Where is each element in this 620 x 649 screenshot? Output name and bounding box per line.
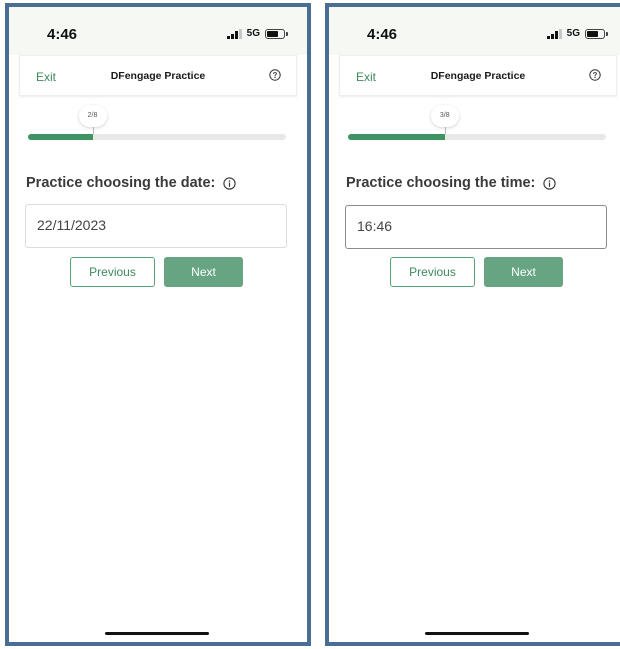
status-bar: 4:46 5G <box>9 7 307 55</box>
app-header: Exit DFengage Practice <box>339 55 617 96</box>
signal-icon <box>547 28 562 39</box>
progress-bar <box>28 134 286 140</box>
status-bar: 4:46 5G <box>329 7 620 55</box>
help-circle-icon[interactable] <box>269 69 281 81</box>
question-row: Practice choosing the time: <box>346 175 557 191</box>
status-indicators: 5G <box>547 28 608 39</box>
previous-button[interactable]: Previous <box>70 257 155 287</box>
previous-button[interactable]: Previous <box>390 257 475 287</box>
question-text: Practice choosing the date: <box>26 175 216 191</box>
network-label: 5G <box>246 28 260 39</box>
progress-fill <box>348 134 445 140</box>
battery-icon <box>265 28 288 39</box>
info-icon[interactable] <box>223 176 237 190</box>
status-indicators: 5G <box>227 28 288 39</box>
progress-bubble: 3/8 <box>430 105 459 127</box>
phone-screen-date: 4:46 5G Exit DFengage Practice 2/8 Pract… <box>5 3 311 646</box>
app-header: Exit DFengage Practice <box>19 55 297 96</box>
next-button[interactable]: Next <box>484 257 563 287</box>
status-time: 4:46 <box>47 26 78 43</box>
progress-bar <box>348 134 606 140</box>
time-input[interactable]: 16:46 <box>345 205 607 249</box>
progress-fill <box>28 134 93 140</box>
app-title: DFengage Practice <box>110 70 206 82</box>
signal-icon <box>227 28 242 39</box>
question-row: Practice choosing the date: <box>26 175 237 191</box>
network-label: 5G <box>566 28 580 39</box>
help-circle-icon[interactable] <box>589 69 601 81</box>
app-title: DFengage Practice <box>430 70 526 82</box>
info-icon[interactable] <box>543 176 557 190</box>
phone-screen-time: 4:46 5G Exit DFengage Practice 3/8 Pract… <box>325 3 620 646</box>
progress-bubble: 2/8 <box>78 105 107 127</box>
next-button[interactable]: Next <box>164 257 243 287</box>
status-time: 4:46 <box>367 26 398 43</box>
home-indicator[interactable] <box>105 631 209 635</box>
home-indicator[interactable] <box>425 631 529 635</box>
date-input[interactable]: 22/11/2023 <box>25 204 287 248</box>
question-text: Practice choosing the time: <box>346 175 536 191</box>
battery-icon <box>585 28 608 39</box>
